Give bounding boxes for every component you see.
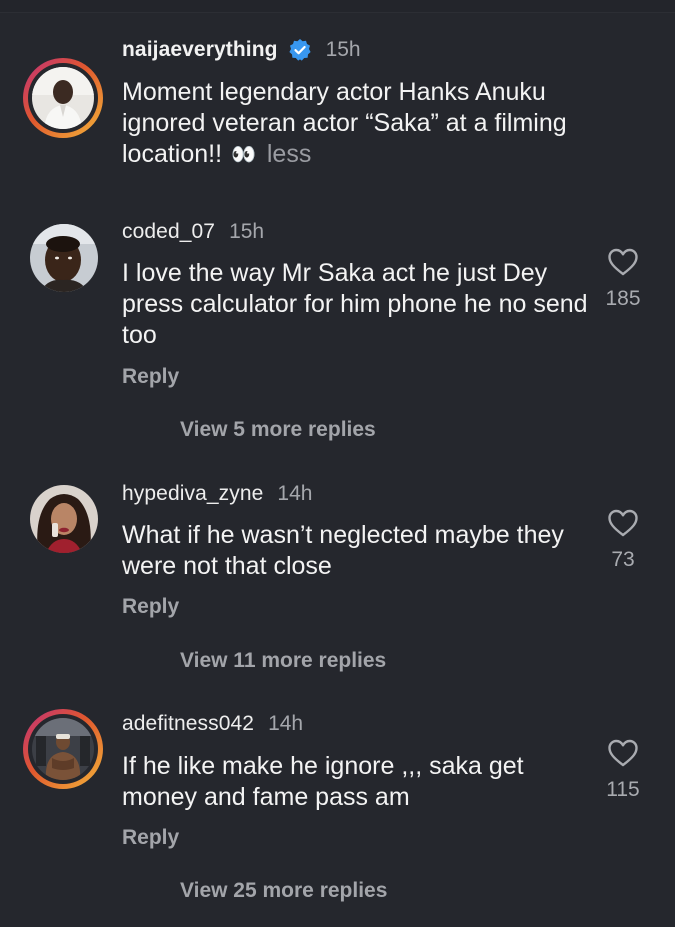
caption-body: Moment legendary actor Hanks Anuku ignor… bbox=[122, 78, 567, 168]
post-caption-text: Moment legendary actor Hanks Anuku ignor… bbox=[122, 77, 602, 171]
eyes-emoji-icon: 👀 bbox=[231, 144, 256, 166]
comment-time: 14h bbox=[277, 482, 313, 505]
heart-icon[interactable] bbox=[596, 247, 650, 277]
reply-button[interactable]: Reply bbox=[122, 826, 179, 850]
commenter-avatar[interactable] bbox=[23, 709, 103, 789]
like-control: 115 bbox=[596, 738, 650, 802]
comment-time: 14h bbox=[268, 712, 304, 735]
comment-username[interactable]: coded_07 bbox=[122, 220, 215, 244]
comment-username[interactable]: adefitness042 bbox=[122, 712, 254, 736]
verified-badge-icon bbox=[288, 38, 312, 62]
view-more-replies-button[interactable]: View 5 more replies bbox=[180, 418, 376, 442]
comment-username[interactable]: hypediva_zyne bbox=[122, 482, 263, 506]
like-count: 185 bbox=[605, 287, 641, 310]
view-more-replies-button[interactable]: View 11 more replies bbox=[180, 649, 386, 673]
post-time: 15h bbox=[325, 38, 361, 61]
view-more-replies-button[interactable]: View 25 more replies bbox=[180, 879, 387, 903]
like-control: 185 bbox=[596, 247, 650, 311]
commenter-avatar[interactable] bbox=[23, 221, 99, 297]
like-control: 73 bbox=[596, 508, 650, 572]
comment-time: 15h bbox=[229, 220, 265, 243]
post-username[interactable]: naijaeverything bbox=[122, 38, 278, 62]
heart-icon[interactable] bbox=[596, 738, 650, 768]
less-link[interactable]: less bbox=[267, 140, 311, 168]
like-count: 73 bbox=[611, 548, 635, 571]
heart-icon[interactable] bbox=[596, 508, 650, 538]
reply-button[interactable]: Reply bbox=[122, 365, 179, 389]
top-divider bbox=[0, 0, 675, 13]
comment-text: What if he wasn’t neglected maybe they w… bbox=[122, 521, 564, 580]
post-author-avatar[interactable] bbox=[23, 58, 103, 138]
comment-text: I love the way Mr Saka act he just Dey p… bbox=[122, 259, 588, 349]
commenter-avatar[interactable] bbox=[23, 482, 99, 558]
comment-text: If he like make he ignore ,,, saka get m… bbox=[122, 752, 524, 811]
reply-button[interactable]: Reply bbox=[122, 595, 179, 619]
like-count: 115 bbox=[606, 778, 640, 801]
